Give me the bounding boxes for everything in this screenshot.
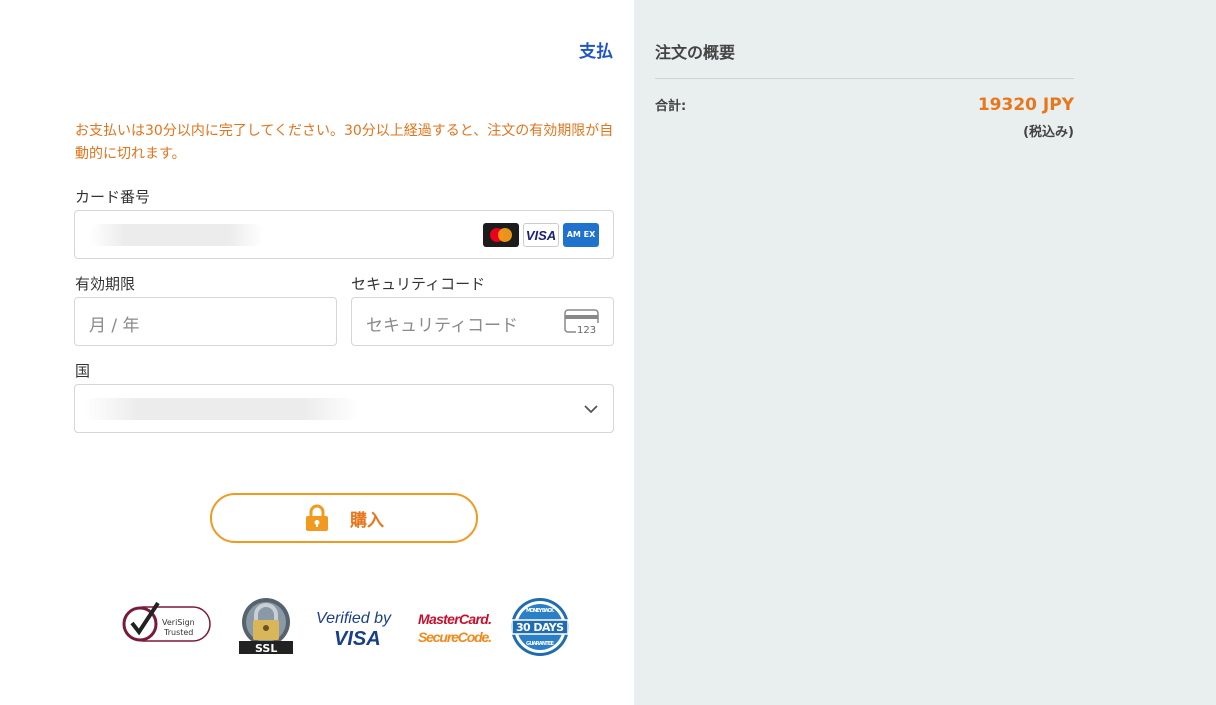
visa-icon: VISA [523, 223, 559, 247]
expiry-input[interactable]: 月 / 年 [74, 297, 337, 346]
verified-by-visa-badge: Verified by VISA [316, 610, 392, 650]
order-summary-panel [634, 0, 1216, 705]
cvc-card-icon: 123 [564, 309, 599, 335]
payment-title: 支払 [579, 42, 613, 62]
trusted-text: Trusted [163, 628, 193, 637]
order-summary-title: 注文の概要 [655, 43, 736, 62]
security-code-input[interactable]: セキュリティコード 123 [351, 297, 614, 346]
mastercard-securecode-badge: MasterCard. SecureCode. [418, 611, 492, 645]
ssl-lock-badge: SSL [239, 598, 293, 655]
verisign-badge: VeriSign Trusted [122, 601, 211, 642]
card-brand-logos: VISA AM EX [483, 223, 599, 247]
total-amount: 19320 JPY [977, 95, 1074, 115]
ssl-text: SSL [255, 642, 277, 655]
trust-badges: VeriSign Trusted SSL Verified by VISA Ma… [118, 595, 578, 657]
money-back-guarantee-badge: MONEY BACK 30 DAYS GUARANTEE [511, 598, 569, 656]
expiry-label: 有効期限 [75, 275, 136, 293]
expiry-warning: お支払いは30分以内に完了してください。30分以上経過すると、注文の有効期限が自… [75, 123, 614, 162]
country-label: 国 [75, 362, 91, 380]
security-code-label: セキュリティコード [351, 275, 486, 293]
verisign-text: VeriSign [162, 618, 195, 627]
purchase-button-label: 購入 [350, 510, 384, 531]
securecode-text: SecureCode. [418, 629, 492, 645]
card-number-label: カード番号 [75, 188, 151, 206]
total-label: 合計: [655, 99, 687, 114]
verified-visa-text: VISA [334, 628, 381, 650]
thirty-days-text: 30 DAYS [516, 621, 564, 634]
card-number-input[interactable]: VISA AM EX [74, 210, 614, 259]
mastercard-icon [483, 223, 519, 247]
chevron-down-icon [584, 405, 598, 414]
cvc-icon-text: 123 [577, 325, 596, 335]
verified-by-text: Verified by [316, 610, 392, 627]
summary-divider [655, 78, 1074, 79]
expiry-placeholder: 月 / 年 [89, 316, 140, 336]
guarantee-text: GUARANTEE [526, 641, 555, 647]
country-select[interactable] [74, 384, 614, 433]
selected-country [83, 398, 359, 420]
security-code-placeholder: セキュリティコード [366, 316, 518, 336]
tax-included-note: (税込み) [1023, 125, 1074, 140]
money-back-text: MONEY BACK [526, 608, 555, 614]
amex-icon: AM EX [563, 223, 599, 247]
mastercard-text: MasterCard. [418, 611, 492, 627]
masked-card-number [89, 224, 264, 246]
lock-icon [306, 504, 328, 531]
purchase-button[interactable]: 購入 [210, 493, 478, 543]
